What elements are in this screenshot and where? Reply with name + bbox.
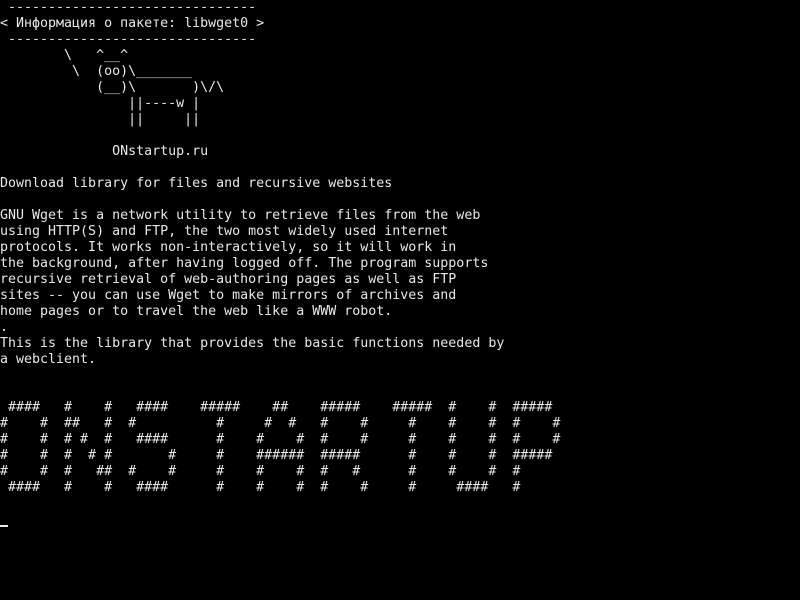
cowsay-border-bottom: ------------------------------- — [0, 32, 257, 47]
cow-art-line: \ (oo)\_______ — [0, 64, 193, 79]
cowsay-border-top: ------------------------------- — [8, 0, 257, 15]
cow-art-line: \ ^__^ — [0, 48, 129, 63]
library-note-line: This is the library that provides the ba… — [0, 336, 505, 351]
banner-line: # # # ## # # # # # # # # # # # — [0, 464, 521, 479]
separator-dot: . — [0, 320, 9, 335]
description-line: the background, after having logged off.… — [0, 256, 489, 271]
description-line: recursive retrieval of web-authoring pag… — [0, 272, 457, 287]
banner-line: # # ## # # # # # # # # # # # # — [0, 416, 561, 431]
cow-art-line: || || — [0, 112, 201, 127]
text-cursor — [0, 525, 8, 527]
terminal-screen[interactable]: ------------------------------- < Информ… — [0, 0, 800, 600]
description-line: protocols. It works non-interactively, s… — [0, 240, 457, 255]
description-line: home pages or to travel the web like a W… — [0, 304, 393, 319]
package-summary: Download library for files and recursive… — [0, 176, 393, 191]
site-label: ONstartup.ru — [0, 144, 209, 159]
cow-art-line: (__)\ )\/\ — [0, 80, 225, 95]
banner-line: #### # # #### # # # # # # #### # — [0, 480, 521, 495]
banner-line: # # # # # #### # # # # # # # # # # — [0, 432, 561, 447]
banner-line: # # # # # # # ###### ##### # # # ##### — [0, 448, 553, 463]
description-line: GNU Wget is a network utility to retriev… — [0, 208, 481, 223]
banner-line: #### # # #### ##### ## ##### ##### # # #… — [0, 400, 553, 415]
description-line: using HTTP(S) and FTP, the two most wide… — [0, 224, 449, 239]
description-line: sites -- you can use Wget to make mirror… — [0, 288, 457, 303]
library-note-line: a webclient. — [0, 352, 97, 367]
cowsay-title: < Информация о пакете: libwget0 > — [0, 16, 265, 31]
cow-art-line: ||----w | — [0, 96, 201, 111]
